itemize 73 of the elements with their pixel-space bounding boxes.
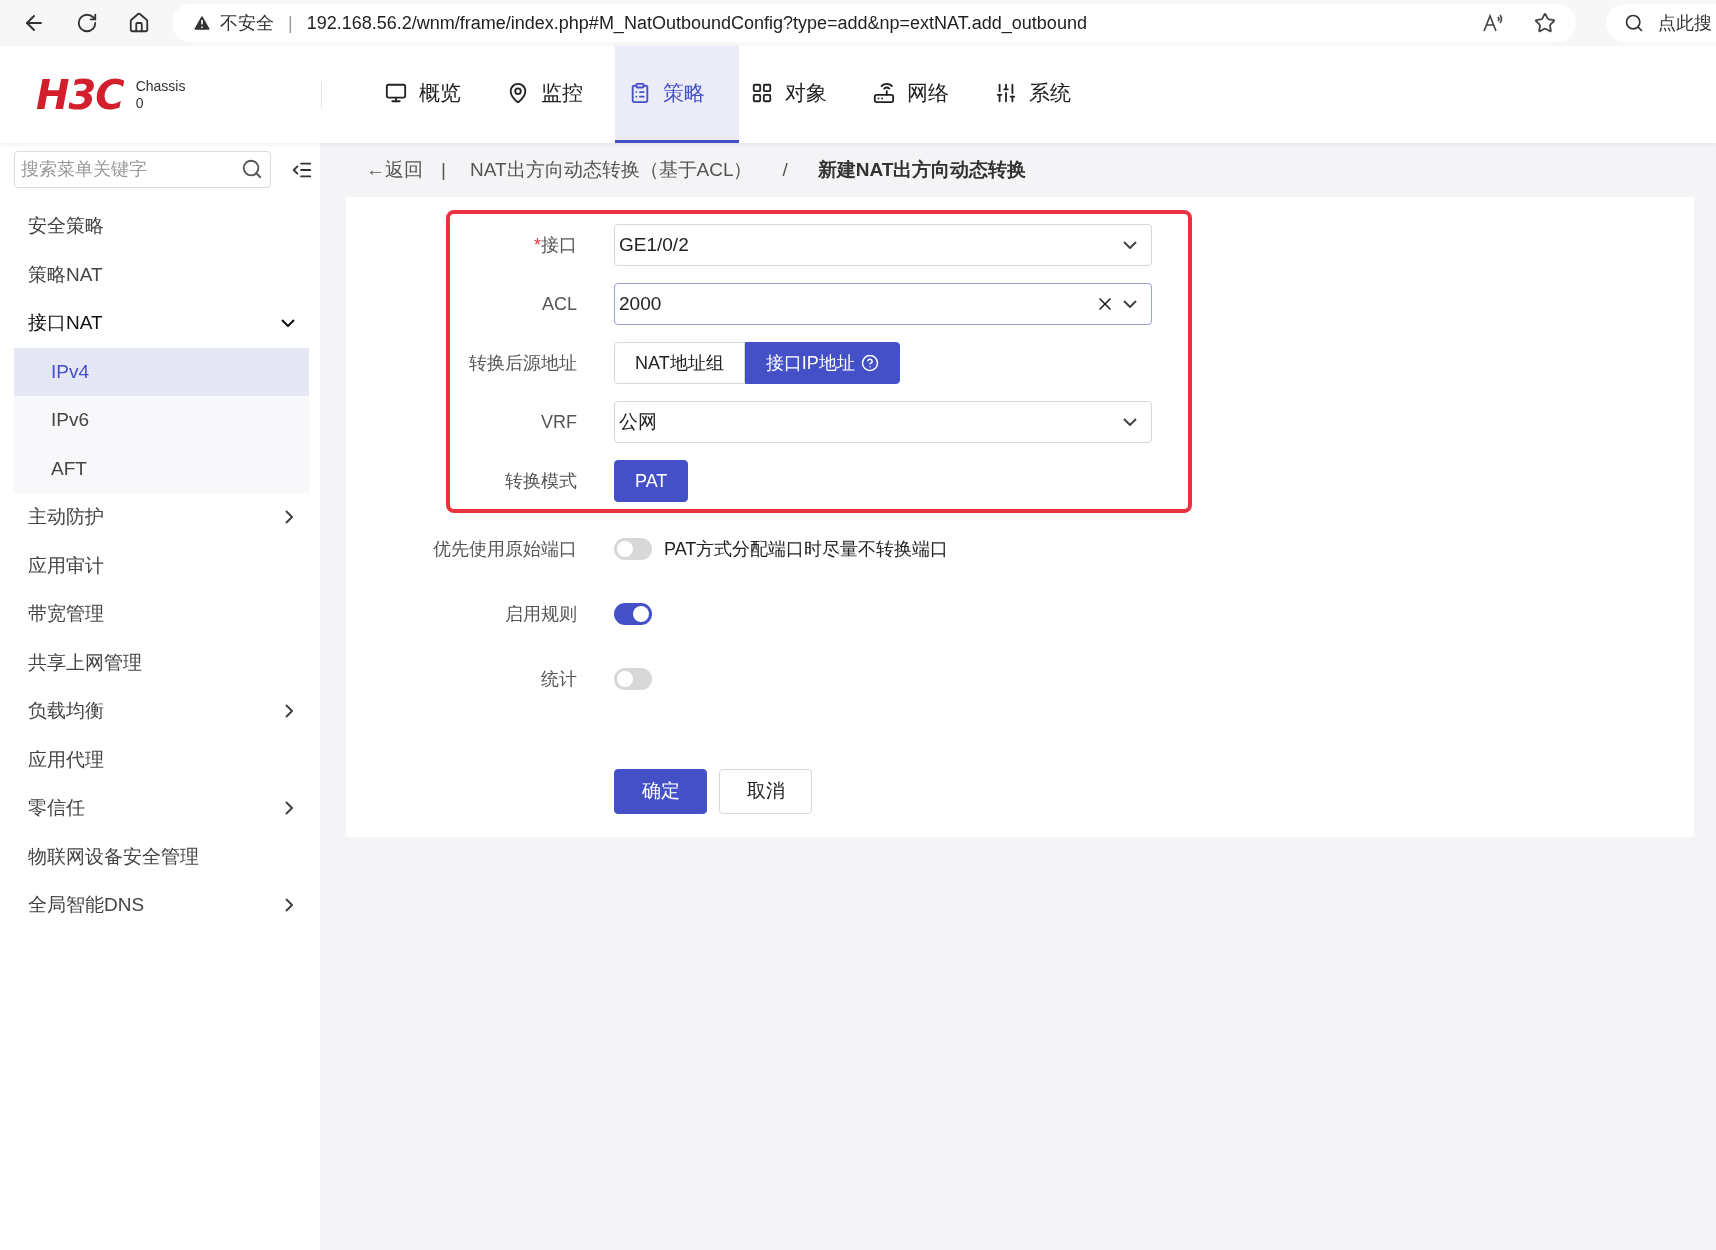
browser-search[interactable]: 点此搜 xyxy=(1606,4,1716,42)
chevron-down-icon xyxy=(1123,300,1137,308)
back-link[interactable]: ←返回 xyxy=(366,155,423,185)
nav-tab[interactable]: 对象 xyxy=(737,46,861,143)
warning-icon xyxy=(192,13,212,33)
nav-tab[interactable]: 监控 xyxy=(493,46,617,143)
home-icon[interactable] xyxy=(128,12,150,34)
sidebar-item[interactable]: 共享上网管理 xyxy=(14,638,309,687)
field-label: VRF xyxy=(541,411,577,432)
field-label: ACL xyxy=(542,293,577,314)
select-field[interactable]: GE1/0/2 xyxy=(614,224,1152,266)
field-label: 接口 xyxy=(541,234,577,255)
sidebar-item[interactable]: 物联网设备安全管理 xyxy=(14,832,309,881)
nav-tab[interactable]: 策略 xyxy=(615,46,739,143)
segment-option[interactable]: PAT xyxy=(614,460,689,502)
nav-tab[interactable]: 网络 xyxy=(859,46,983,143)
toggle-switch[interactable] xyxy=(614,538,652,560)
field-label: 启用规则 xyxy=(505,603,577,624)
select-field[interactable]: 2000 xyxy=(614,283,1152,325)
cancel-button[interactable]: 取消 xyxy=(719,769,812,814)
clipboard-icon xyxy=(629,82,651,104)
select-field[interactable]: 公网 xyxy=(614,401,1152,443)
sliders-icon xyxy=(995,82,1017,104)
address-separator: | xyxy=(288,11,293,35)
sidebar-item[interactable]: 全局智能DNS xyxy=(14,881,309,930)
search-icon xyxy=(1624,13,1644,33)
toggle-switch[interactable] xyxy=(614,603,652,625)
nav-tab[interactable]: 概览 xyxy=(371,46,495,143)
sidebar-item[interactable]: 策略NAT xyxy=(14,250,309,299)
confirm-button[interactable]: 确定 xyxy=(614,769,707,814)
sidebar-item[interactable]: 带宽管理 xyxy=(14,590,309,639)
toggle-switch[interactable] xyxy=(614,668,652,690)
segment-option[interactable]: NAT地址组 xyxy=(614,342,745,384)
breadcrumb-separator: / xyxy=(782,157,788,182)
submenu-item[interactable]: IPv6 xyxy=(14,396,309,445)
favorite-icon[interactable] xyxy=(1534,12,1556,34)
submenu-item[interactable]: AFT xyxy=(14,444,309,493)
field-label: 转换模式 xyxy=(505,470,577,491)
sidebar-item[interactable]: 应用审计 xyxy=(14,541,309,590)
breadcrumb-divider: | xyxy=(441,157,446,182)
sidebar-item[interactable]: 接口NAT xyxy=(14,299,309,348)
submenu-item[interactable]: IPv4 xyxy=(14,347,309,396)
reload-icon[interactable] xyxy=(76,12,98,34)
sidebar-item[interactable]: 安全策略 xyxy=(14,202,309,251)
logo: H3C xyxy=(36,70,124,120)
help-icon[interactable] xyxy=(860,354,879,372)
field-label: 转换后源地址 xyxy=(469,352,577,373)
sidebar-item[interactable]: 负载均衡 xyxy=(14,687,309,736)
field-label: 统计 xyxy=(541,668,577,689)
chassis-value: 0 xyxy=(135,94,145,112)
sidebar-item[interactable]: 主动防护 xyxy=(14,493,309,542)
search-icon[interactable] xyxy=(241,158,263,180)
router-icon xyxy=(873,82,895,104)
grid-icon xyxy=(751,82,773,104)
address-bar[interactable]: 不安全 | 192.168.56.2/wnm/frame/index.php#M_NatOutboundConfig?type=add&np=extNAT.add_outbound xyxy=(172,4,1576,42)
security-label: 不安全 xyxy=(220,11,274,35)
chevron-down-icon xyxy=(1123,418,1137,426)
location-icon xyxy=(507,82,529,104)
required-mark: * xyxy=(534,234,541,255)
sidebar-item[interactable]: 零信任 xyxy=(14,784,309,833)
chassis-label: Chassis xyxy=(135,77,186,95)
read-aloud-icon[interactable] xyxy=(1482,13,1504,33)
breadcrumb-parent[interactable]: NAT出方向动态转换（基于ACL） xyxy=(469,155,753,185)
url-text: 192.168.56.2/wnm/frame/index.php#M_NatOutboundConfig?type=add&np=extNAT.add_outbound xyxy=(306,11,1087,36)
menu-search-field[interactable]: 搜索菜单关键字 xyxy=(14,151,271,188)
segment-option[interactable]: 接口IP地址 xyxy=(744,342,900,384)
sidebar-item[interactable]: 应用代理 xyxy=(14,735,309,784)
nav-tab[interactable]: 系统 xyxy=(981,46,1105,143)
switch-hint: PAT方式分配端口时尽量不转换端口 xyxy=(664,537,949,561)
field-label: 优先使用原始端口 xyxy=(433,538,577,559)
monitor-icon xyxy=(385,82,407,104)
breadcrumb-current: 新建NAT出方向动态转换 xyxy=(817,157,1027,182)
chevron-down-icon xyxy=(1123,241,1137,249)
